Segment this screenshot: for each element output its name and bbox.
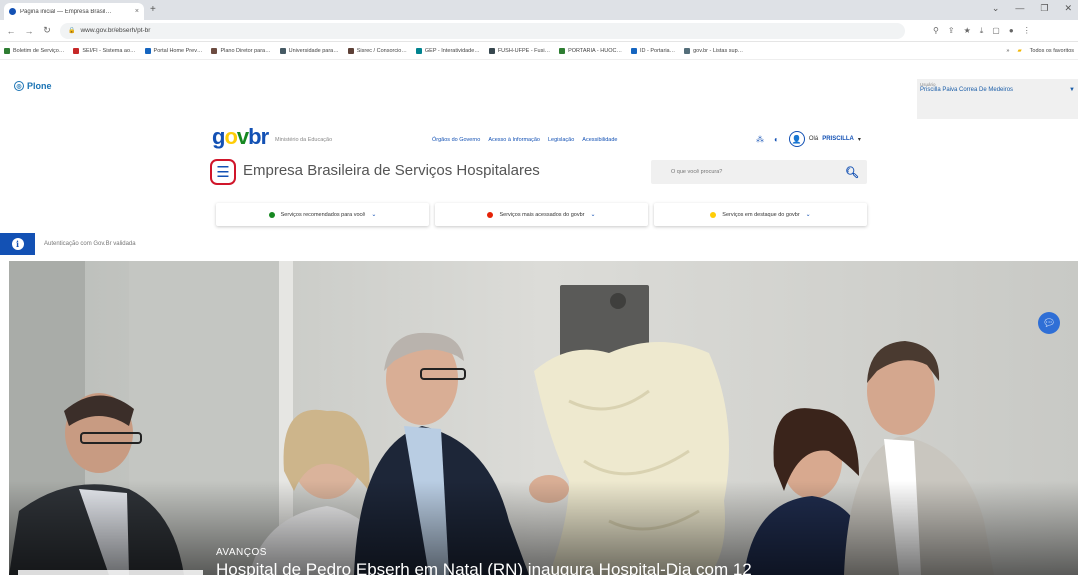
window-controls: ⌄ — ❐ ✕ (992, 3, 1072, 14)
url-text: www.gov.br/ebserh/pt-br (80, 27, 151, 34)
browser-tab[interactable]: Página inicial — Empresa Brasil… × (4, 3, 144, 20)
fire-icon (487, 211, 494, 218)
link-acessibilidade[interactable]: Acessibilidade (582, 137, 617, 143)
new-tab-button[interactable]: + (150, 4, 156, 16)
back-icon[interactable]: ← (6, 26, 16, 36)
address-bar-row: ← → ↻ 🔒 www.gov.br/ebserh/pt-br ⚲ ⇪ ★ ⤓ … (0, 20, 1078, 42)
personal-tools[interactable]: Usuário Priscilla Paiva Correa De Medeir… (917, 79, 1078, 119)
tab-title: Página inicial — Empresa Brasil… (20, 8, 112, 15)
forward-icon[interactable]: → (24, 26, 34, 36)
leaf-icon (268, 211, 275, 218)
search-input[interactable] (671, 169, 846, 175)
services-featured-button[interactable]: Serviços em destaque do govbr ⌄ (654, 203, 867, 226)
close-window-icon[interactable]: ✕ (1064, 3, 1072, 14)
bookmark-item[interactable]: gov.br - Listas sup… (684, 47, 743, 54)
chevron-right-icon: » (1006, 48, 1010, 54)
lock-icon[interactable]: 🔒 (68, 27, 75, 34)
all-bookmarks-label: Todos os favoritos (1029, 48, 1074, 54)
govbr-favicon-icon (9, 8, 16, 15)
govbr-logo[interactable]: govbr (212, 125, 269, 149)
hero-title[interactable]: Hospital de Pedro Ebserh em Natal (RN) i… (216, 560, 752, 575)
close-tab-icon[interactable]: × (135, 8, 139, 15)
bookmark-item[interactable]: FUSH-UFPE - Fusi… (488, 47, 550, 54)
hero-carousel[interactable]: AVANÇOS Hospital de Pedro Ebserh em Nata… (9, 261, 1078, 575)
contrast-icon[interactable]: ◐ (774, 135, 779, 144)
plone-toolbar-logo[interactable]: ◎ Plone (14, 81, 52, 91)
link-orgaos[interactable]: Órgãos do Governo (432, 137, 480, 143)
auth-alert: i Autenticação com Gov.Br validada (0, 233, 1078, 255)
bookmark-item[interactable]: GEP - Interatividade… (415, 47, 480, 54)
all-bookmarks[interactable]: » ▰ Todos os favoritos (1000, 42, 1074, 59)
user-menu[interactable]: 👤 Olá PRISCILLA ▾ (788, 131, 861, 147)
hero-photo (9, 261, 1078, 575)
user-greeting: Olá (808, 136, 819, 142)
bookmark-item[interactable]: PORTARIA - HUOC… (559, 47, 622, 54)
chrome-menu-icon[interactable]: ⋮ (1023, 26, 1031, 36)
services-recommended-button[interactable]: Serviços recomendados para você ⌄ (216, 203, 429, 226)
link-acesso-informacao[interactable]: Acesso à Informação (488, 137, 540, 143)
user-name: PRISCILLA (822, 136, 854, 142)
info-icon: i (0, 233, 35, 255)
bookmark-item[interactable]: Boletim de Serviço… (4, 47, 64, 54)
url-field[interactable]: 🔒 www.gov.br/ebserh/pt-br (60, 22, 905, 39)
share-icon[interactable]: ⇪ (948, 26, 955, 36)
minimize-icon[interactable]: — (1015, 3, 1024, 14)
bookmark-icon (4, 47, 10, 54)
ministry-name: Ministério da Educação (275, 137, 333, 143)
link-legislacao[interactable]: Legislação (548, 137, 574, 143)
bookmark-icon (211, 47, 218, 54)
caret-down-icon: ▼ (1069, 87, 1075, 93)
bookmark-item[interactable]: SEI/FI - Sistema ao… (73, 47, 136, 54)
folder-icon: ▰ (1017, 48, 1022, 54)
bookmark-item[interactable]: Plano Diretor para… (211, 47, 271, 54)
site-title[interactable]: Empresa Brasileira de Serviços Hospitala… (243, 162, 540, 179)
profile-icon[interactable]: ● (1009, 26, 1014, 36)
maximize-icon[interactable]: ❐ (1040, 3, 1048, 14)
chevron-down-icon: ⌄ (805, 212, 811, 218)
user-avatar-icon: 👤 (788, 131, 805, 147)
bookmark-icon (73, 47, 80, 54)
bookmark-icon (279, 47, 286, 54)
hero-caption-bar (18, 570, 203, 575)
download-icon[interactable]: ⤓ (980, 26, 984, 36)
personal-tools-name: Priscilla Paiva Correa De Medeiros (920, 87, 1014, 93)
search-icon[interactable]: 🔍︎ (845, 166, 859, 179)
chevron-down-icon: ⌄ (590, 212, 596, 218)
star-icon (710, 211, 717, 218)
bookmark-icon (488, 47, 495, 54)
reload-icon[interactable]: ↻ (42, 25, 52, 36)
chat-bubble-icon[interactable]: 💬︎ (1038, 312, 1060, 334)
highlight-circle (210, 159, 236, 185)
bookmarks-bar: Boletim de Serviço… SEI/FI - Sistema ao…… (0, 42, 1078, 60)
bookmark-item[interactable]: ID - Portaria… (630, 47, 675, 54)
main-menu-button[interactable]: ☰ (210, 159, 236, 185)
chevron-down-icon: ⌄ (371, 212, 377, 218)
bookmark-icon (559, 47, 566, 54)
zoom-icon[interactable]: ⚲ (933, 26, 939, 36)
bookmark-item[interactable]: Universidade para… (279, 47, 339, 54)
services-bar: Serviços recomendados para você ⌄ Serviç… (216, 203, 867, 226)
bookmark-icon (684, 47, 691, 54)
services-most-accessed-button[interactable]: Serviços mais acessados do govbr ⌄ (435, 203, 648, 226)
chevron-down-icon: ▾ (857, 136, 861, 143)
plone-label: Plone (27, 81, 52, 91)
browser-tabstrip: Página inicial — Empresa Brasil… × + ⌄ —… (0, 0, 1078, 20)
bookmark-icon (144, 47, 151, 54)
header-icons: ⁂ ◐ 👤 Olá PRISCILLA ▾ (756, 131, 861, 147)
bookmark-icon (415, 47, 422, 54)
header-links: Órgãos do Governo Acesso à Informação Le… (432, 137, 617, 143)
bookmark-icon (630, 47, 637, 54)
features-icon[interactable]: ⁂ (756, 135, 764, 144)
bookmark-item[interactable]: Portal Home Prev… (144, 47, 202, 54)
bookmark-icon (347, 47, 354, 54)
plone-icon: ◎ (14, 81, 24, 91)
bookmark-item[interactable]: Sisrec / Consorcio… (347, 47, 407, 54)
tab-search-icon[interactable]: ⌄ (992, 3, 1000, 14)
auth-message: Autenticação com Gov.Br validada (44, 241, 136, 247)
hero-category: AVANÇOS (216, 547, 267, 558)
search-box: 🔍︎ (651, 160, 867, 184)
sidepanel-icon[interactable]: ▢ (992, 26, 1000, 36)
extension-icons: ⚲ ⇪ ★ ⤓ ▢ ● ⋮ (933, 26, 1031, 36)
bookmark-star-icon[interactable]: ★ (964, 26, 971, 36)
